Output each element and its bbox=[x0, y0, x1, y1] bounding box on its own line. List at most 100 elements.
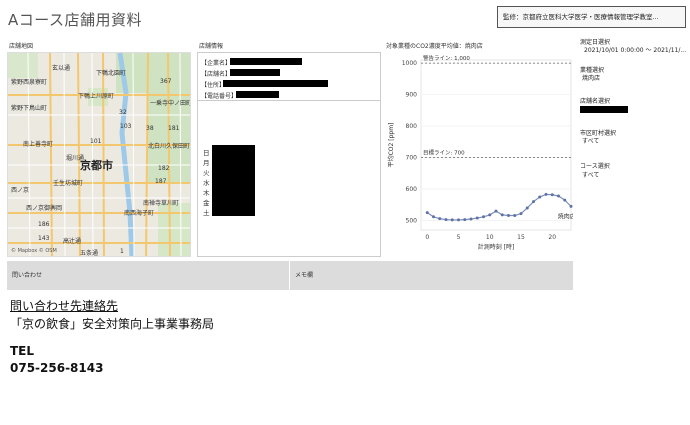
data-point bbox=[438, 217, 442, 221]
address-label: 【住所】 bbox=[201, 82, 226, 89]
data-point bbox=[569, 204, 573, 208]
map-label: 紫野西泉寮町 bbox=[11, 79, 48, 86]
store-map[interactable]: 玄以通 下鴨北園町 紫野西泉寮町 下鴨上川原町 紫野下鳥山町 一乗寺中ノ田町 南… bbox=[7, 52, 191, 257]
redacted-store-filter[interactable] bbox=[580, 106, 628, 113]
data-point bbox=[513, 214, 517, 218]
redacted-address bbox=[223, 80, 328, 87]
series-label: 焼肉店 bbox=[558, 212, 573, 220]
data-point bbox=[482, 215, 485, 219]
redacted-company bbox=[230, 58, 302, 65]
map-label: 南上善寺町 bbox=[23, 141, 54, 148]
supervisor-note: 監修：京都府立医科大学医学・医療情報管理学教室... bbox=[497, 6, 686, 28]
map-label: 高辻通 bbox=[63, 238, 82, 245]
date-filter-value[interactable]: 2021/10/01 0:00:00 ～ 2021/11/... bbox=[584, 45, 688, 54]
y-tick-label: 800 bbox=[406, 123, 418, 130]
map-label: 西ノ京御輿岡 bbox=[26, 205, 63, 212]
memo-bar[interactable]: メモ欄 bbox=[290, 261, 573, 290]
map-label: 紫野下鳥山町 bbox=[11, 105, 48, 112]
data-point bbox=[563, 198, 567, 202]
map-label: 西ノ京 bbox=[11, 187, 30, 194]
data-point bbox=[550, 193, 554, 197]
co2-line-chart: 500 600 700 800 900 1000 0 5 10 15 20 計測時刻 [時] 平均CO2… bbox=[387, 54, 573, 251]
y-tick-label: 700 bbox=[406, 155, 418, 162]
y-tick-label: 600 bbox=[406, 186, 418, 193]
map-label: 堀川通 bbox=[66, 155, 85, 162]
data-point bbox=[425, 211, 429, 215]
route-number: 187 bbox=[155, 178, 167, 185]
day-wed: 水 bbox=[203, 179, 210, 187]
data-point bbox=[507, 214, 510, 218]
data-point bbox=[450, 218, 454, 222]
day-mon: 月 bbox=[203, 159, 210, 167]
map-credit: © Mapbox © OSM bbox=[11, 248, 57, 254]
map-label: 南禅寺草川町 bbox=[143, 200, 180, 207]
day-fri: 金 bbox=[203, 199, 210, 207]
day-sat: 土 bbox=[203, 209, 210, 217]
route-number: 38 bbox=[146, 125, 154, 132]
x-tick-label: 10 bbox=[486, 234, 494, 241]
map-label: 玄以通 bbox=[52, 65, 71, 72]
route-number: 182 bbox=[158, 165, 170, 172]
data-point bbox=[557, 194, 560, 198]
data-point bbox=[475, 216, 479, 220]
y-tick-label: 1000 bbox=[402, 60, 417, 67]
redacted-hours bbox=[212, 145, 255, 216]
data-point bbox=[544, 192, 548, 196]
data-point bbox=[469, 217, 473, 221]
industry-filter-value[interactable]: 焼肉店 bbox=[582, 73, 600, 82]
data-point bbox=[463, 218, 467, 222]
data-point bbox=[532, 200, 535, 204]
reference-line-label: 警告ライン: 1,000 bbox=[423, 54, 470, 62]
map-label: 壬生坊城町 bbox=[53, 180, 84, 187]
contact-tel-label: TEL bbox=[10, 344, 35, 358]
route-number: 32 bbox=[119, 109, 127, 116]
y-tick-label: 900 bbox=[406, 92, 418, 99]
map-label: 五条通 bbox=[80, 250, 99, 257]
store-filter-label: 店舗名選択 bbox=[580, 98, 611, 105]
reference-line-label: 目標ライン: 700 bbox=[423, 149, 465, 157]
store-info-fields: 【企業名】 【店舗名】 【住所】 【電話番号】 bbox=[198, 53, 380, 101]
data-point bbox=[488, 213, 492, 217]
map-label: 一乗寺中ノ田町 bbox=[150, 100, 191, 107]
info-section-label: 店舗情報 bbox=[199, 43, 224, 50]
y-tick-label: 500 bbox=[406, 218, 418, 225]
inquiry-bar: 問い合わせ bbox=[7, 261, 289, 290]
route-number: 181 bbox=[168, 125, 180, 132]
data-point bbox=[444, 218, 448, 222]
chart-section-label: 対象業種のCO2濃度平均値：焼肉店 bbox=[386, 43, 483, 50]
contact-title: 問い合わせ先連絡先 bbox=[10, 299, 119, 313]
company-name-label: 【企業名】 bbox=[201, 60, 232, 67]
y-axis-label: 平均CO2 [ppm] bbox=[387, 123, 395, 168]
route-number: 186 bbox=[38, 221, 50, 228]
store-info-panel: 【企業名】 【店舗名】 【住所】 【電話番号】 日 月 火 水 木 金 土 bbox=[197, 52, 381, 257]
day-thu: 木 bbox=[203, 189, 210, 197]
x-axis-label: 計測時刻 [時] bbox=[478, 243, 515, 251]
co2-chart: 500 600 700 800 900 1000 0 5 10 15 20 計測時刻 [時] 平均CO2… bbox=[383, 52, 573, 257]
data-point bbox=[538, 195, 542, 199]
route-number: 143 bbox=[38, 235, 50, 242]
map-label: 北白川久保田町 bbox=[148, 143, 191, 150]
map-label: 南西海子町 bbox=[124, 210, 155, 217]
phone-label: 【電話番号】 bbox=[201, 93, 238, 100]
route-number: 1 bbox=[120, 248, 124, 255]
x-tick-label: 15 bbox=[517, 234, 525, 241]
contact-tel: 075-256-8143 bbox=[10, 361, 104, 375]
x-tick-label: 5 bbox=[457, 234, 461, 241]
route-number: 103 bbox=[120, 123, 132, 130]
data-point bbox=[457, 218, 460, 222]
x-tick-label: 20 bbox=[548, 234, 556, 241]
plot-area bbox=[420, 59, 572, 231]
data-point bbox=[500, 213, 504, 217]
city-filter-value[interactable]: すべて bbox=[582, 136, 599, 145]
redacted-store bbox=[230, 69, 280, 76]
data-point bbox=[525, 206, 529, 210]
page-title: Aコース店舗用資料 bbox=[8, 11, 143, 29]
map-city-label: 京都市 bbox=[80, 159, 113, 172]
day-sun: 日 bbox=[203, 149, 210, 157]
route-number: 367 bbox=[160, 78, 172, 85]
map-section-label: 店舗地図 bbox=[9, 43, 34, 50]
course-filter-value[interactable]: すべて bbox=[582, 170, 599, 179]
store-name-label: 【店舗名】 bbox=[201, 71, 232, 78]
day-tue: 火 bbox=[203, 169, 210, 177]
map-label: 下鴨上川原町 bbox=[78, 93, 115, 100]
